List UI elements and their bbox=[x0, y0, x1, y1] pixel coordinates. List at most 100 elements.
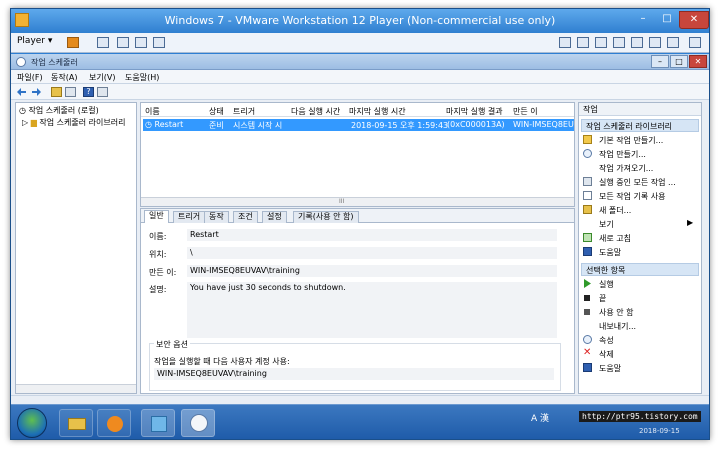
action-help-library[interactable]: 도움말 bbox=[583, 246, 699, 258]
navigation-tree: ◷ 작업 스케줄러 (로컬) ▷ ▆ 작업 스케줄러 라이브러리 bbox=[15, 102, 137, 394]
tree-item-library[interactable]: ▷ ▆ 작업 스케줄러 라이브러리 bbox=[22, 117, 125, 128]
menu-action[interactable]: 동작(A) bbox=[51, 72, 77, 83]
task-trigger-cell: 시스템 시작 시 bbox=[233, 121, 283, 130]
tab-history[interactable]: 기록(사용 안 함) bbox=[293, 211, 359, 223]
folder-icon bbox=[68, 418, 86, 430]
show-hide-tree-icon[interactable] bbox=[65, 87, 76, 97]
expand-icon[interactable]: ▷ bbox=[22, 118, 28, 127]
column-header-status[interactable]: 상태 bbox=[209, 106, 224, 117]
column-header-trigger[interactable]: 트리거 bbox=[233, 106, 255, 117]
device-cd-icon[interactable] bbox=[577, 37, 589, 48]
start-button[interactable] bbox=[17, 408, 47, 438]
vmware-window: Windows 7 - VMware Workstation 12 Player… bbox=[10, 8, 710, 440]
tab-triggers[interactable]: 트리거 bbox=[173, 211, 206, 223]
security-title: 보안 옵션 bbox=[154, 339, 190, 350]
tree-item-local[interactable]: ◷ 작업 스케줄러 (로컬) bbox=[19, 105, 99, 116]
action-enable-all-history[interactable]: 모든 작업 기록 사용 bbox=[583, 190, 699, 202]
forward-icon[interactable] bbox=[31, 87, 42, 97]
menu-file[interactable]: 파일(F) bbox=[17, 72, 43, 83]
action-label: 실행 중인 모든 작업 ... bbox=[599, 178, 676, 187]
description-field[interactable]: You have just 30 seconds to shutdown. bbox=[187, 282, 557, 338]
tab-conditions[interactable]: 조건 bbox=[233, 211, 258, 223]
action-create-task[interactable]: 작업 만들기... bbox=[583, 148, 699, 160]
action-export[interactable]: 내보내기... bbox=[583, 320, 699, 332]
action-new-folder[interactable]: 새 폴더... bbox=[583, 204, 699, 216]
tray-date[interactable]: 2018-09-15 bbox=[639, 427, 680, 435]
language-indicator[interactable]: A 漢 bbox=[531, 411, 549, 424]
up-folder-icon[interactable] bbox=[51, 87, 62, 97]
player-menu-label: Player bbox=[17, 36, 46, 46]
help-icon[interactable]: ? bbox=[83, 87, 94, 97]
close-button[interactable]: ✕ bbox=[679, 11, 709, 29]
tab-settings[interactable]: 설정 bbox=[262, 211, 287, 223]
document-icon bbox=[583, 191, 592, 200]
column-header-author[interactable]: 만든 이 bbox=[513, 106, 538, 117]
table-row[interactable]: ◷ Restart 준비 시스템 시작 시 2018-09-15 오후 1:59… bbox=[143, 119, 574, 131]
vmware-titlebar: Windows 7 - VMware Workstation 12 Player… bbox=[11, 9, 709, 33]
taskbar-media-player-icon[interactable] bbox=[97, 409, 131, 437]
task-name-cell: ◷ Restart bbox=[145, 120, 183, 129]
details-tabs: 일반 트리거 동작 조건 설정 기록(사용 안 함) bbox=[141, 209, 574, 223]
taskbar-app-icon[interactable] bbox=[141, 409, 175, 437]
minimize-button[interactable]: – bbox=[631, 11, 655, 29]
taskbar-task-scheduler-icon[interactable] bbox=[181, 409, 215, 437]
scheduler-close-button[interactable]: ✕ bbox=[689, 55, 707, 68]
show-hide-action-pane-icon[interactable] bbox=[97, 87, 108, 97]
maximize-button[interactable]: □ bbox=[655, 11, 679, 29]
name-field[interactable]: Restart bbox=[187, 229, 557, 241]
disable-icon bbox=[584, 309, 590, 315]
action-label: 내보내기... bbox=[599, 322, 637, 331]
device-disk-icon[interactable] bbox=[559, 37, 571, 48]
action-properties[interactable]: 속성 bbox=[583, 334, 699, 346]
column-header-next-run[interactable]: 다음 실행 시간 bbox=[291, 106, 340, 117]
pause-icon[interactable] bbox=[67, 37, 79, 48]
action-display-running-tasks[interactable]: 실행 중인 모든 작업 ... bbox=[583, 176, 699, 188]
tab-general[interactable]: 일반 bbox=[144, 210, 169, 223]
device-sound-icon[interactable] bbox=[631, 37, 643, 48]
action-view[interactable]: 보기 ▶ bbox=[583, 218, 699, 230]
list-horizontal-scrollbar[interactable]: III bbox=[141, 197, 574, 206]
actions-section-selected[interactable]: 선택한 항목 bbox=[581, 263, 699, 276]
send-ctrl-alt-del-icon[interactable] bbox=[97, 37, 109, 48]
taskbar-explorer-icon[interactable] bbox=[59, 409, 93, 437]
actions-section-library[interactable]: 작업 스케줄러 라이브러리 bbox=[581, 119, 699, 132]
scheduler-maximize-button[interactable]: □ bbox=[670, 55, 688, 68]
message-log-icon[interactable] bbox=[689, 37, 701, 48]
taskbar: A 漢 http://ptr95.tistory.com 2018-09-15 bbox=[11, 404, 709, 439]
full-screen-icon[interactable] bbox=[135, 37, 147, 48]
action-delete[interactable]: ✕ 삭제 bbox=[583, 348, 699, 360]
back-icon[interactable] bbox=[16, 87, 27, 97]
action-create-basic-task[interactable]: 기본 작업 만들기... bbox=[583, 134, 699, 146]
action-label: 도움말 bbox=[599, 248, 622, 257]
action-end[interactable]: 끝 bbox=[583, 292, 699, 304]
unity-icon[interactable] bbox=[153, 37, 165, 48]
chevron-right-icon: ▶ bbox=[687, 218, 694, 227]
task-status-cell: 준비 bbox=[209, 121, 224, 130]
menu-help[interactable]: 도움말(H) bbox=[125, 72, 159, 83]
device-printer-icon[interactable] bbox=[613, 37, 625, 48]
action-refresh[interactable]: 새로 고침 bbox=[583, 232, 699, 244]
player-menu-button[interactable]: Player ▾ bbox=[17, 36, 52, 46]
action-import-task[interactable]: 작업 가져오기... bbox=[583, 162, 699, 174]
device-display-icon[interactable] bbox=[667, 37, 679, 48]
tree-horizontal-scrollbar[interactable] bbox=[16, 384, 136, 393]
scheduler-minimize-button[interactable]: – bbox=[651, 55, 669, 68]
action-disable[interactable]: 사용 안 함 bbox=[583, 306, 699, 318]
location-field[interactable]: \ bbox=[187, 247, 557, 259]
tree-item-label: 작업 스케줄러 라이브러리 bbox=[39, 118, 126, 127]
author-field[interactable]: WIN-IMSEQ8EUVAV\training bbox=[187, 265, 557, 277]
action-run[interactable]: 실행 bbox=[583, 278, 699, 290]
list-header: 이름 상태 트리거 다음 실행 시간 마지막 실행 시간 마지막 실행 결과 만… bbox=[141, 103, 574, 117]
folder-icon bbox=[583, 205, 592, 214]
removable-devices-icon[interactable] bbox=[117, 37, 129, 48]
column-header-name[interactable]: 이름 bbox=[145, 106, 160, 117]
icon-toolbar: ? bbox=[11, 84, 709, 100]
action-help-selected[interactable]: 도움말 bbox=[583, 362, 699, 374]
device-network-icon[interactable] bbox=[595, 37, 607, 48]
column-header-last-run[interactable]: 마지막 실행 시간 bbox=[349, 106, 406, 117]
tab-actions[interactable]: 동작 bbox=[204, 211, 229, 223]
column-header-last-result[interactable]: 마지막 실행 결과 bbox=[446, 106, 503, 117]
menu-view[interactable]: 보기(V) bbox=[89, 72, 115, 83]
security-user-field[interactable]: WIN-IMSEQ8EUVAV\training bbox=[154, 368, 554, 380]
device-usb-icon[interactable] bbox=[649, 37, 661, 48]
